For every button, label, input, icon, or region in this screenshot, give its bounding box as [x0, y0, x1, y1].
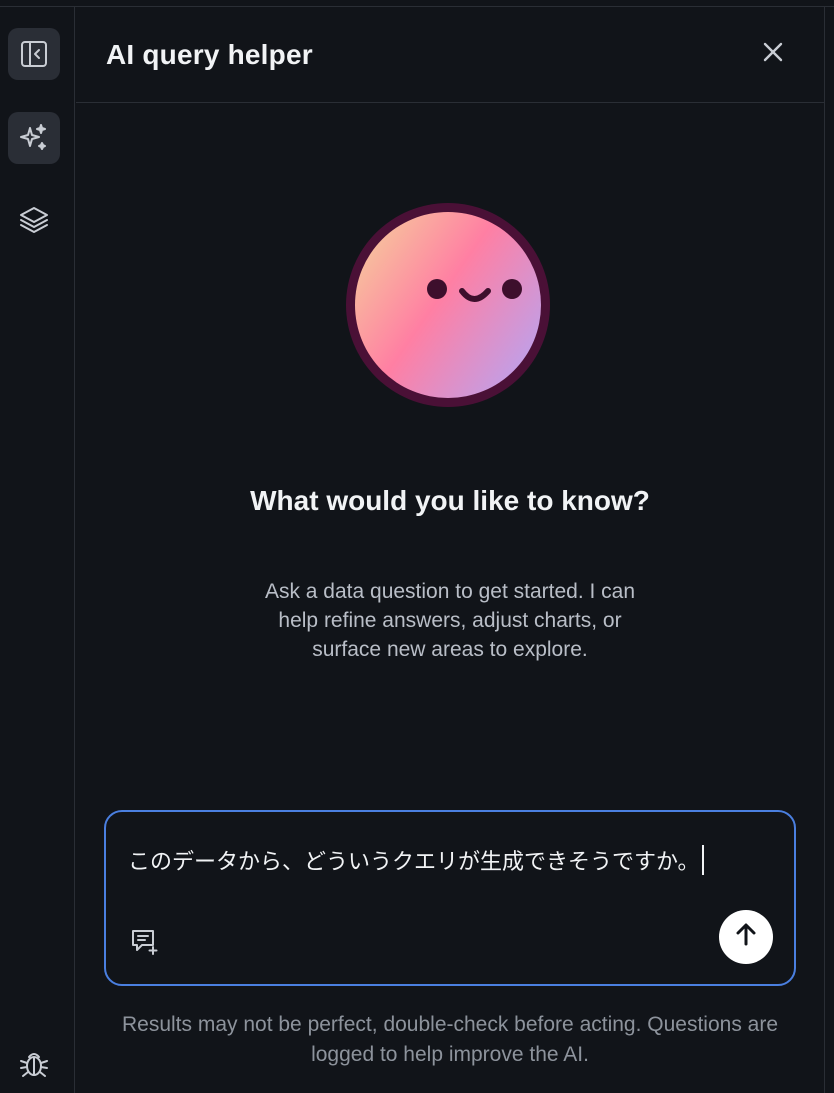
- panel-divider: [824, 7, 825, 1093]
- send-button[interactable]: [719, 910, 773, 964]
- bug-icon: [18, 1047, 50, 1079]
- disclaimer-text: Results may not be perfect, double-check…: [121, 1013, 779, 1066]
- left-rail: [0, 7, 75, 1093]
- ai-helper-panel: AI query helper What would you like to k…: [76, 7, 824, 1093]
- question-input[interactable]: このデータから、どういうクエリが生成できそうですか。: [128, 844, 704, 876]
- close-button[interactable]: [756, 37, 790, 71]
- layers-button[interactable]: [8, 194, 60, 246]
- sidebar-collapse-icon: [19, 39, 49, 69]
- layers-icon: [18, 204, 50, 236]
- arrow-up-icon: [733, 922, 759, 953]
- assistant-avatar: [346, 203, 550, 407]
- collapse-sidebar-button[interactable]: [8, 28, 60, 80]
- sparkles-icon: [18, 122, 50, 154]
- close-icon: [762, 41, 784, 68]
- panel-header: AI query helper: [76, 7, 824, 103]
- saved-prompts-button[interactable]: [128, 927, 160, 959]
- ai-helper-button[interactable]: [8, 112, 60, 164]
- empty-state-headline: What would you like to know?: [250, 485, 650, 516]
- empty-state-description: Ask a data question to get started. I ca…: [264, 580, 636, 661]
- app-window: AI query helper What would you like to k…: [0, 0, 834, 1093]
- text-caret: [701, 845, 704, 875]
- saved-prompts-icon: [129, 926, 159, 961]
- panel-title: AI query helper: [106, 39, 313, 70]
- report-bug-button[interactable]: [8, 1037, 60, 1089]
- question-input-value: このデータから、どういうクエリが生成できそうですか。: [128, 850, 700, 875]
- question-composer[interactable]: このデータから、どういうクエリが生成できそうですか。: [104, 810, 796, 986]
